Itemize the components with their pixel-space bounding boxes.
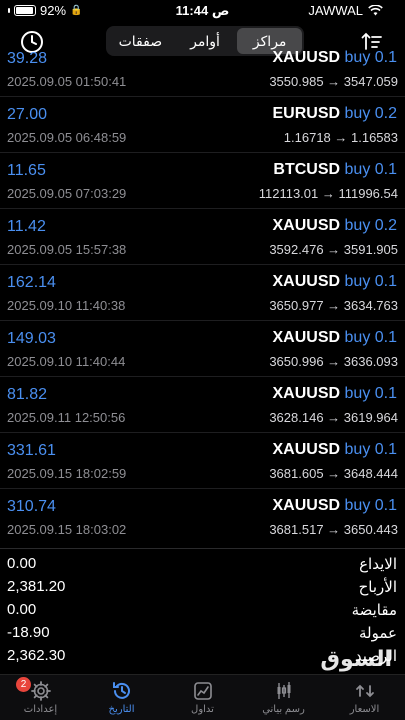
candles-icon [277,682,290,699]
summary-row-commission: -18.90 عمولة [0,624,405,646]
deal-time: 2025.09.05 06:48:59 [7,130,127,145]
tab-history[interactable]: التاريخ [81,675,162,720]
wifi-icon [368,5,383,16]
deal-symbol: XAUUSD buy 0.2 [273,217,398,235]
list-item[interactable]: 149.03 2025.09.10 11:40:44 XAUUSD buy 0.… [0,322,405,377]
deal-direction: buy 0.1 [344,329,397,346]
list-item[interactable]: 162.14 2025.09.10 11:40:38 XAUUSD buy 0.… [0,266,405,321]
deal-prices: 3628.146 → 3619.964 [269,410,398,425]
symbol-name: XAUUSD [272,217,341,234]
carrier-name: JAWWAL [308,3,363,18]
bottom-tab-bar: 2 إعدادات التاريخ تداول رسم بياني الاسعا… [0,674,405,720]
list-item[interactable]: 39.28 2025.09.05 01:50:41 XAUUSD buy 0.1… [0,50,405,97]
symbol-name: XAUUSD [272,441,341,458]
summary-label: الايداع [359,556,397,573]
list-item[interactable]: 11.65 2025.09.05 07:03:29 BTCUSD buy 0.1… [0,154,405,209]
status-bar: 92% 🔒 11:44 ص JAWWAL [0,0,405,22]
summary-label: الأرباح [358,579,397,596]
summary-label: مقايضة [351,602,397,619]
deal-profit: 11.65 [7,162,46,179]
deal-direction: buy 0.1 [344,161,397,178]
deal-profit: 149.03 [7,330,56,347]
summary-row-profit: 2,381.20 الأرباح [0,578,405,600]
deal-time: 2025.09.05 07:03:29 [7,186,127,201]
deal-prices: 3650.996 → 3636.093 [269,354,398,369]
deal-time: 2025.09.05 01:50:41 [7,74,127,89]
deal-prices: 3592.476 → 3591.905 [269,242,398,257]
network-status: JAWWAL [308,3,383,18]
list-item[interactable]: 331.61 2025.09.15 18:02:59 XAUUSD buy 0.… [0,434,405,489]
summary-value: 0.00 [7,555,37,572]
deal-time: 2025.09.15 18:02:59 [7,466,127,481]
deal-time: 2025.09.05 15:57:38 [7,242,127,257]
tab-label: الاسعار [349,704,380,715]
history-icon [112,682,130,699]
deal-direction: buy 0.2 [344,105,397,122]
deal-symbol: BTCUSD buy 0.1 [273,161,397,179]
summary-value: 2,362.30 [7,647,66,664]
symbol-name: XAUUSD [272,329,341,346]
list-item[interactable]: 27.00 2025.09.05 06:48:59 EURUSD buy 0.2… [0,98,405,153]
list-item[interactable]: 310.74 2025.09.15 18:03:02 XAUUSD buy 0.… [0,490,405,544]
summary-label: عمولة [359,625,397,642]
opensooq-watermark: السوق المفتوح opensooq [232,646,392,697]
deal-profit: 310.74 [7,498,56,515]
deal-time: 2025.09.11 12:50:56 [7,410,126,425]
tab-quotes[interactable]: الاسعار [324,675,405,720]
deal-profit: 331.61 [7,442,56,459]
deal-profit: 81.82 [7,386,48,403]
deal-symbol: XAUUSD buy 0.1 [273,50,398,67]
tab-label: رسم بياني [262,704,305,715]
deal-symbol: XAUUSD buy 0.1 [273,385,398,403]
symbol-name: XAUUSD [272,50,341,66]
notification-badge: 2 [16,677,31,692]
summary-value: -18.90 [7,624,50,641]
deal-time: 2025.09.10 11:40:38 [7,298,126,313]
tab-chart[interactable]: رسم بياني [243,675,324,720]
deal-profit: 11.42 [7,218,46,235]
symbol-name: XAUUSD [272,273,341,290]
summary-row-swap: 0.00 مقايضة [0,601,405,623]
deal-symbol: EURUSD buy 0.2 [273,105,398,123]
deal-prices: 3681.517 → 3650.443 [269,522,398,537]
deal-direction: buy 0.2 [344,217,397,234]
deal-profit: 39.28 [7,50,48,67]
deal-direction: buy 0.1 [344,385,397,402]
trade-chart-icon [193,682,212,700]
gear-icon [30,681,51,701]
list-item[interactable]: 11.42 2025.09.05 15:57:38 XAUUSD buy 0.2… [0,210,405,265]
tab-label: إعدادات [23,704,58,715]
deal-direction: buy 0.1 [344,50,397,66]
summary-row-deposit: 0.00 الايداع [0,555,405,577]
symbol-name: BTCUSD [273,161,341,178]
deal-time: 2025.09.15 18:03:02 [7,522,127,537]
symbol-name: EURUSD [272,105,341,122]
deal-prices: 3681.605 → 3648.444 [269,466,398,481]
quotes-icon [355,684,374,698]
deal-prices: 3550.985 → 3547.059 [269,74,398,89]
tab-settings[interactable]: 2 إعدادات [0,675,81,720]
list-item[interactable]: 81.82 2025.09.11 12:50:56 XAUUSD buy 0.1… [0,378,405,433]
deal-direction: buy 0.1 [344,497,397,514]
deal-symbol: XAUUSD buy 0.1 [273,497,398,515]
deal-symbol: XAUUSD buy 0.1 [273,441,398,459]
deal-prices: 3650.977 → 3634.763 [269,298,398,313]
deal-symbol: XAUUSD buy 0.1 [273,329,398,347]
positions-list[interactable]: 39.28 2025.09.05 01:50:41 XAUUSD buy 0.1… [0,50,405,544]
tab-label: التاريخ [108,704,135,715]
deal-direction: buy 0.1 [344,273,397,290]
summary-value: 2,381.20 [7,578,66,595]
deal-profit: 162.14 [7,274,56,291]
symbol-name: XAUUSD [272,385,341,402]
summary-value: 0.00 [7,601,37,618]
tab-trade[interactable]: تداول [162,675,243,720]
deal-direction: buy 0.1 [344,441,397,458]
symbol-name: XAUUSD [272,497,341,514]
tab-label: تداول [191,704,214,715]
deal-symbol: XAUUSD buy 0.1 [273,273,398,291]
deal-time: 2025.09.10 11:40:44 [7,354,126,369]
deal-prices: 1.16718 → 1.16583 [283,130,398,145]
deal-profit: 27.00 [7,106,48,123]
deal-prices: 112113.01 → 111996.54 [258,186,398,201]
